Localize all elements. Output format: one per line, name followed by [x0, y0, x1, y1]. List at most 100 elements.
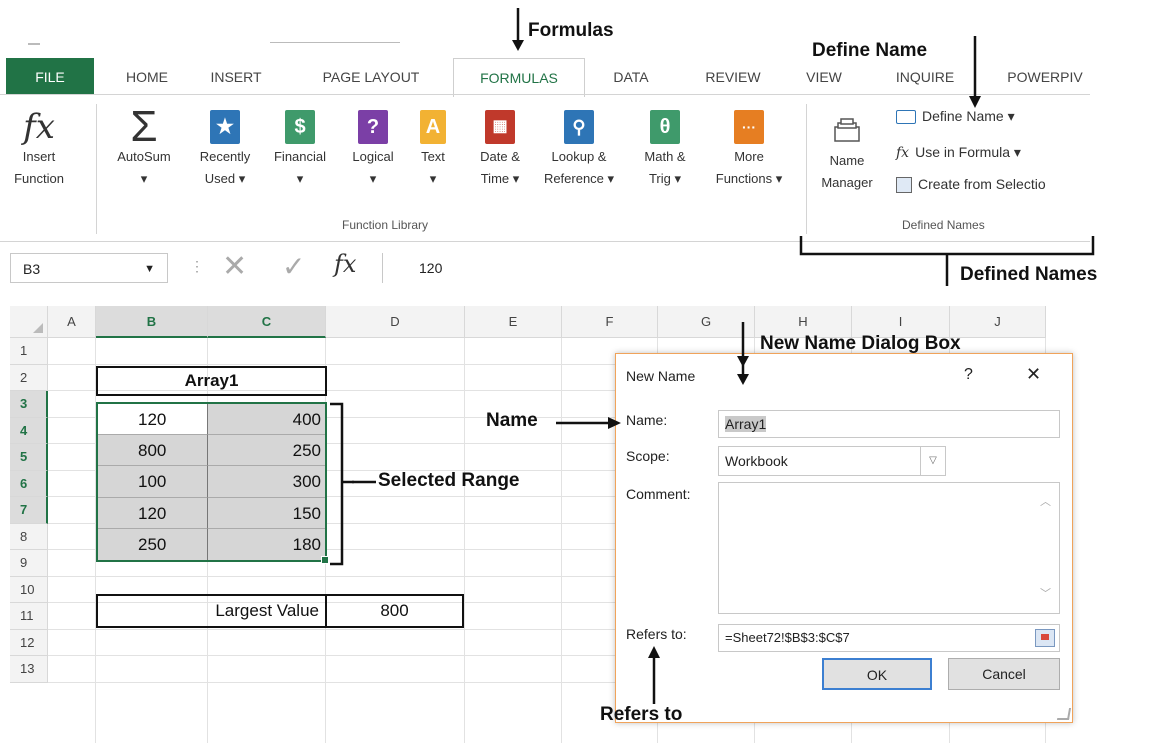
row-header-2[interactable]: 2 — [10, 364, 48, 391]
select-all-corner[interactable] — [10, 306, 48, 338]
gridline — [561, 338, 562, 743]
selected-range-bracket — [330, 402, 354, 566]
text-button[interactable]: A Text ▾ — [410, 108, 456, 190]
row-header-1[interactable]: 1 — [10, 338, 48, 365]
help-icon[interactable]: ? — [964, 366, 973, 384]
column-header-a[interactable]: A — [48, 306, 96, 338]
create-from-selection-button[interactable]: Create from Selectio — [896, 176, 1046, 194]
tab-data[interactable]: DATA — [596, 58, 666, 94]
ok-button[interactable]: OK — [822, 658, 932, 690]
row-header-8[interactable]: 8 — [10, 523, 48, 550]
scope-select[interactable]: Workbook ▽ — [718, 446, 946, 476]
recently-used-label-2: Used ▾ — [204, 171, 246, 186]
define-name-button[interactable]: Define Name ▾ — [896, 108, 1015, 125]
array-cell-col-c[interactable]: 250 — [208, 435, 325, 467]
tab-review[interactable]: REVIEW — [688, 58, 778, 94]
row-header-5[interactable]: 5 — [10, 444, 48, 471]
create-from-selection-icon — [896, 177, 912, 194]
tab-formulas[interactable]: FORMULAS — [453, 58, 585, 97]
connector-line — [352, 480, 376, 484]
row-header-6[interactable]: 6 — [10, 470, 48, 497]
name-manager-label-1: Name — [829, 153, 865, 168]
refers-to-label: Refers to: — [626, 626, 687, 642]
use-in-formula-button[interactable]: fx Use in Formula ▾ — [896, 144, 1021, 161]
use-in-formula-label: Use in Formula ▾ — [915, 144, 1021, 160]
array-cell-col-c[interactable]: 300 — [208, 466, 325, 498]
row-header-13[interactable]: 13 — [10, 656, 48, 683]
cancel-button[interactable]: Cancel — [948, 658, 1060, 690]
row-header-10[interactable]: 10 — [10, 576, 48, 603]
comment-field[interactable]: ︿ ﹀ — [718, 482, 1060, 614]
column-header-e[interactable]: E — [465, 306, 562, 338]
insert-function-icon[interactable]: fx — [334, 250, 356, 278]
tab-file[interactable]: FILE — [6, 58, 94, 94]
fx-icon: fx — [23, 107, 55, 147]
largest-value-label-cell[interactable]: Largest Value — [96, 594, 327, 628]
title-bar-fragment — [270, 42, 400, 43]
date-time-button[interactable]: ▦ Date & Time ▾ — [466, 108, 534, 190]
tab-page-layout[interactable]: PAGE LAYOUT — [300, 58, 442, 94]
array-cell-col-c[interactable]: 400 — [208, 404, 325, 436]
ribbon-separator — [96, 104, 97, 234]
scroll-down-icon[interactable]: ﹀ — [1040, 581, 1051, 607]
name-field[interactable]: Array1 — [718, 410, 1060, 438]
array-cell-col-b[interactable]: 800 — [98, 435, 208, 467]
selected-range[interactable]: 120 400 800 250 100 300 120 150 250 180 — [96, 402, 329, 564]
row-header-4[interactable]: 4 — [10, 417, 48, 444]
column-header-f[interactable]: F — [562, 306, 658, 338]
scope-value: Workbook — [725, 453, 788, 469]
array-cell-col-b[interactable]: 120 — [98, 404, 208, 436]
tab-insert[interactable]: INSERT — [200, 58, 272, 94]
row-header-11[interactable]: 11 — [10, 603, 48, 630]
insert-function-button[interactable]: fx Insert Function — [6, 108, 72, 190]
refers-to-value: =Sheet72!$B$3:$C$7 — [725, 630, 850, 645]
row-header-7[interactable]: 7 — [10, 497, 48, 524]
title-bar-dot — [28, 43, 40, 45]
lookup-reference-button[interactable]: ⚲ Lookup & Reference ▾ — [534, 108, 624, 190]
array-cell-col-b[interactable]: 100 — [98, 466, 208, 498]
more-functions-button[interactable]: ··· More Functions ▾ — [702, 108, 796, 190]
logical-dropdown: ▾ — [369, 171, 377, 186]
arrow-icon — [648, 646, 660, 704]
name-box[interactable]: B3 ▼ — [10, 253, 168, 283]
row-header-12[interactable]: 12 — [10, 629, 48, 656]
more-book-icon: ··· — [734, 110, 764, 144]
refers-to-field[interactable]: =Sheet72!$B$3:$C$7 — [718, 624, 1060, 652]
column-header-j[interactable]: J — [950, 306, 1046, 338]
column-header-c[interactable]: C — [208, 306, 326, 338]
recently-used-label: Recently — [199, 149, 251, 164]
tab-home[interactable]: HOME — [112, 58, 182, 94]
tab-powerpivot[interactable]: POWERPIV — [990, 58, 1100, 94]
column-header-d[interactable]: D — [326, 306, 465, 338]
array-header-cell[interactable]: Array1 — [96, 366, 327, 396]
scroll-up-icon[interactable]: ︿ — [1040, 489, 1051, 515]
name-manager-label-2: Manager — [821, 175, 873, 190]
row-header-9[interactable]: 9 — [10, 550, 48, 577]
largest-value-cell[interactable]: 800 — [325, 594, 464, 628]
resize-grip-icon[interactable] — [1056, 708, 1072, 720]
new-name-dialog: New Name ? ✕ Name: Array1 Scope: Workboo… — [615, 353, 1073, 723]
array-cell-col-b[interactable]: 250 — [98, 528, 208, 560]
enter-icon[interactable]: ✓ — [282, 252, 305, 282]
grip-icon: ⋮ — [190, 258, 204, 274]
close-icon[interactable]: ✕ — [1026, 364, 1041, 385]
financial-button[interactable]: $ Financial ▾ — [264, 108, 336, 190]
tab-view[interactable]: VIEW — [794, 58, 854, 94]
cancel-icon[interactable]: ✕ — [222, 252, 247, 282]
comment-label: Comment: — [626, 486, 691, 502]
name-manager-button[interactable]: Name Manager — [812, 108, 882, 194]
column-header-b[interactable]: B — [96, 306, 208, 338]
math-trig-label: Math & — [644, 149, 686, 164]
math-trig-button[interactable]: θ Math & Trig ▾ — [632, 108, 698, 190]
logical-button[interactable]: ? Logical ▾ — [340, 108, 406, 190]
autosum-button[interactable]: Σ AutoSum ▾ — [104, 105, 184, 190]
row-header-3[interactable]: 3 — [10, 391, 48, 418]
collapse-dialog-icon[interactable] — [1035, 629, 1055, 647]
date-time-label-2: Time ▾ — [480, 171, 520, 186]
array-cell-col-b[interactable]: 120 — [98, 497, 208, 529]
tab-inquire[interactable]: INQUIRE — [880, 58, 970, 94]
array-cell-col-c[interactable]: 150 — [208, 497, 325, 529]
array-cell-col-c[interactable]: 180 — [208, 528, 325, 560]
text-label: Text — [421, 149, 445, 164]
recently-used-button[interactable]: ★ Recently Used ▾ — [188, 108, 262, 190]
